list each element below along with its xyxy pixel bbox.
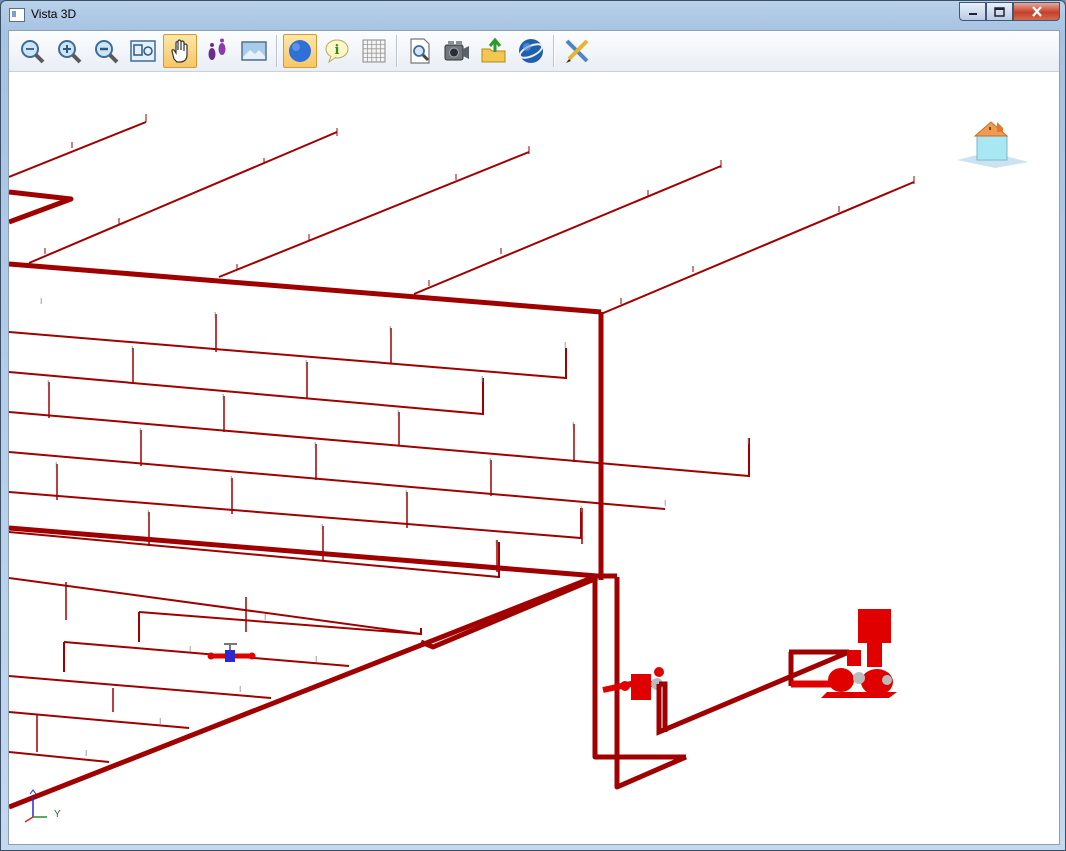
- svg-text:I: I: [55, 461, 57, 470]
- svg-text:I: I: [159, 717, 161, 726]
- maximize-button[interactable]: [986, 2, 1013, 21]
- svg-text:I: I: [389, 325, 391, 334]
- svg-text:I: I: [481, 375, 483, 384]
- toolbar-separator: [396, 35, 397, 67]
- svg-text:I: I: [47, 379, 49, 388]
- export-folder-icon: [481, 37, 505, 63]
- client-area: i I I I I I I I I I I I I I I I I I I I …: [8, 30, 1060, 845]
- svg-text:I: I: [315, 655, 317, 664]
- render-sphere-icon: [288, 40, 311, 62]
- svg-text:I: I: [230, 475, 232, 484]
- preview-button[interactable]: [403, 34, 437, 68]
- axis-y-label: Y: [54, 809, 61, 820]
- globe-button[interactable]: [514, 34, 548, 68]
- svg-text:I: I: [664, 499, 666, 508]
- toolbar: i: [9, 31, 1059, 72]
- minimize-button[interactable]: [959, 2, 986, 21]
- app-window: Vista 3D i I I I I I I I I I I I I I I I…: [0, 0, 1066, 851]
- svg-text:I: I: [147, 509, 149, 518]
- svg-text:I: I: [264, 613, 266, 622]
- zoom-extents-button[interactable]: [15, 34, 49, 68]
- svg-text:I: I: [405, 489, 407, 498]
- svg-text:I: I: [489, 457, 491, 466]
- background-button[interactable]: [237, 34, 271, 68]
- grid-icon: [362, 39, 385, 63]
- svg-text:I: I: [305, 359, 307, 368]
- pan-button[interactable]: [162, 34, 197, 68]
- zoom-extents-icon: [20, 40, 44, 64]
- valve-assembly: [207, 643, 256, 662]
- export-button[interactable]: [477, 34, 511, 68]
- title-bar[interactable]: Vista 3D: [1, 1, 1065, 29]
- edit-tools-button[interactable]: [560, 34, 594, 68]
- background-image-icon: [240, 41, 267, 61]
- svg-text:I: I: [85, 749, 87, 758]
- fire-pump-assembly: [656, 609, 897, 736]
- camera-icon: [444, 41, 469, 61]
- view-cube-house-icon[interactable]: [957, 121, 1029, 168]
- svg-text:I: I: [564, 341, 566, 350]
- svg-text:I: I: [40, 297, 42, 306]
- preview-icon: [409, 38, 430, 64]
- close-icon: [1031, 6, 1042, 17]
- app-icon: [9, 8, 25, 22]
- svg-text:I: I: [495, 539, 497, 548]
- svg-text:I: I: [314, 441, 316, 450]
- svg-text:i: i: [334, 43, 339, 58]
- branch-pipes-top: [9, 121, 915, 315]
- zoom-window-button[interactable]: [126, 34, 160, 68]
- toolbar-separator: [276, 35, 277, 67]
- window-title: Vista 3D: [31, 7, 77, 21]
- zoom-window-icon: [129, 40, 156, 62]
- minimize-icon: [968, 12, 977, 15]
- zoom-out-button[interactable]: [89, 34, 123, 68]
- svg-text:I: I: [397, 409, 399, 418]
- svg-text:I: I: [580, 505, 582, 514]
- camera-button[interactable]: [440, 34, 474, 68]
- grid-button[interactable]: [357, 34, 391, 68]
- info-button[interactable]: i: [320, 34, 354, 68]
- pan-hand-icon: [170, 39, 188, 63]
- close-button[interactable]: [1013, 2, 1060, 21]
- edit-tools-icon: [565, 39, 588, 63]
- svg-text:I: I: [189, 645, 191, 654]
- toolbar-separator: [553, 35, 554, 67]
- svg-text:I: I: [239, 685, 241, 694]
- zoom-in-icon: [57, 40, 81, 64]
- info-icon: i: [325, 39, 348, 64]
- render-button[interactable]: [282, 34, 317, 68]
- svg-text:I: I: [131, 345, 133, 354]
- svg-text:I: I: [139, 427, 141, 436]
- alarm-check-valve: [602, 667, 664, 700]
- maximize-icon: [994, 6, 1005, 17]
- zoom-in-button[interactable]: [52, 34, 86, 68]
- svg-text:I: I: [214, 311, 216, 320]
- svg-text:I: I: [321, 523, 323, 532]
- 3d-viewport[interactable]: I I I I I I I I I I I I I I I I I I I I I I I I I I I I I Y: [9, 72, 1059, 844]
- piping-model-scene: I I I I I I I I I I I I I I I I I I I I I I I I I I I I I: [9, 114, 1029, 823]
- svg-text:I: I: [222, 393, 224, 402]
- walk-footprints-icon: [208, 38, 225, 60]
- globe-icon: [518, 39, 543, 63]
- window-controls: [959, 2, 1060, 22]
- svg-text:I: I: [747, 437, 749, 446]
- svg-text:I: I: [572, 421, 574, 430]
- walk-button[interactable]: [200, 34, 234, 68]
- zoom-out-icon: [94, 40, 118, 64]
